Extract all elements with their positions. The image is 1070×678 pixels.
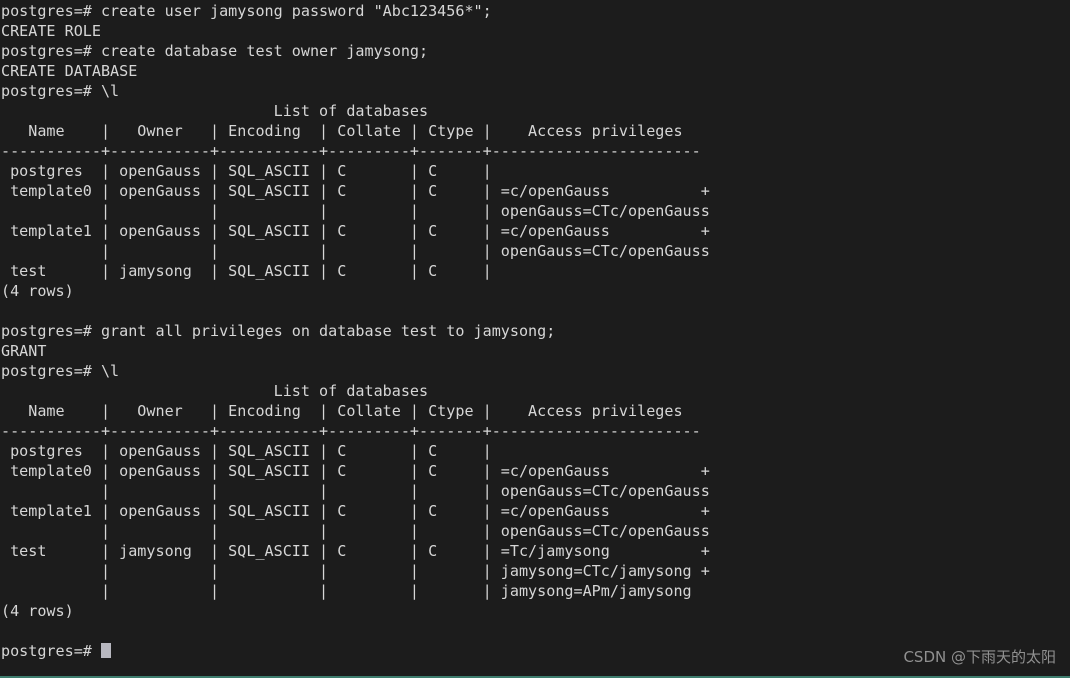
terminal-line: Name | Owner | Encoding | Collate | Ctyp…: [1, 122, 683, 140]
terminal-line: | | | | | openGauss=CTc/openGauss: [1, 242, 710, 260]
text-cursor: [100, 643, 112, 658]
terminal-line: -----------+-----------+-----------+----…: [1, 142, 701, 160]
terminal-line: postgres=# create database test owner ja…: [1, 42, 429, 60]
terminal-line: template0 | openGauss | SQL_ASCII | C | …: [1, 182, 710, 200]
terminal-line: | | | | | jamysong=CTc/jamysong +: [1, 562, 710, 580]
terminal-line: | | | | | jamysong=APm/jamysong: [1, 582, 692, 600]
terminal-line: | | | | | openGauss=CTc/openGauss: [1, 202, 710, 220]
terminal-line: -----------+-----------+-----------+----…: [1, 422, 701, 440]
csdn-watermark: CSDN @下雨天的太阳: [903, 648, 1056, 666]
terminal-line: GRANT: [1, 342, 47, 360]
terminal-window[interactable]: postgres=# create user jamysong password…: [0, 0, 1070, 678]
terminal-line: template1 | openGauss | SQL_ASCII | C | …: [1, 502, 710, 520]
terminal-line: postgres=# grant all privileges on datab…: [1, 322, 556, 340]
terminal-prompt-line[interactable]: postgres=#: [1, 641, 710, 661]
terminal-line: postgres=# create user jamysong password…: [1, 2, 492, 20]
terminal-line: postgres | openGauss | SQL_ASCII | C | C…: [1, 442, 492, 460]
terminal-line: CREATE DATABASE: [1, 62, 138, 80]
terminal-line: postgres=# \l: [1, 362, 120, 380]
terminal-line: template1 | openGauss | SQL_ASCII | C | …: [1, 222, 710, 240]
terminal-line: test | jamysong | SQL_ASCII | C | C |: [1, 262, 492, 280]
terminal-line: CREATE ROLE: [1, 22, 101, 40]
terminal-line: | | | | | openGauss=CTc/openGauss: [1, 482, 710, 500]
terminal-line: (4 rows): [1, 282, 74, 300]
prompt-label: postgres=#: [1, 642, 101, 660]
terminal-line: postgres=# \l: [1, 82, 120, 100]
terminal-line: List of databases: [1, 382, 429, 400]
terminal-line: | | | | | openGauss=CTc/openGauss: [1, 522, 710, 540]
terminal-line: (4 rows): [1, 602, 74, 620]
terminal-output[interactable]: postgres=# create user jamysong password…: [0, 0, 710, 661]
terminal-line: postgres | openGauss | SQL_ASCII | C | C…: [1, 162, 492, 180]
terminal-line: List of databases: [1, 102, 429, 120]
terminal-line: Name | Owner | Encoding | Collate | Ctyp…: [1, 402, 683, 420]
terminal-line: template0 | openGauss | SQL_ASCII | C | …: [1, 462, 710, 480]
terminal-line: test | jamysong | SQL_ASCII | C | C | =T…: [1, 542, 710, 560]
